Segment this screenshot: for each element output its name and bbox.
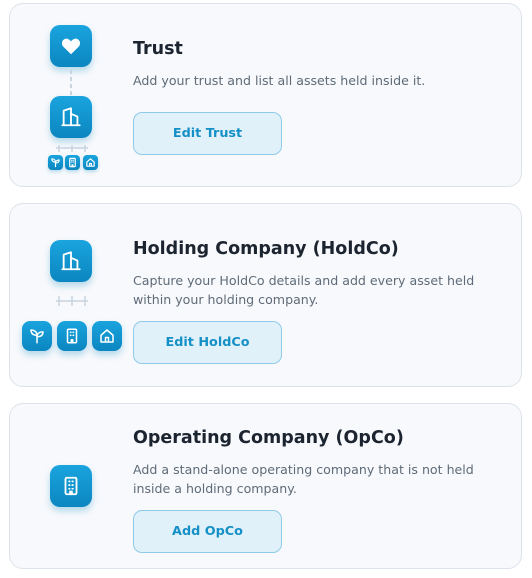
edit-trust-button[interactable]: Edit Trust [133, 112, 282, 155]
branch-connector [56, 145, 88, 152]
sprout-icon [22, 321, 52, 351]
branch-connector [56, 296, 88, 306]
office-icon [65, 155, 80, 170]
trust-card: Trust Add your trust and list all assets… [9, 3, 522, 187]
card-title: Trust [133, 39, 183, 59]
card-title: Holding Company (HoldCo) [133, 239, 399, 259]
holdco-card: Holding Company (HoldCo) Capture your Ho… [9, 203, 522, 387]
home-icon [83, 155, 98, 170]
card-description: Add your trust and list all assets held … [133, 73, 426, 88]
building-icon [50, 96, 92, 138]
card-description: Capture your HoldCo details and add ever… [133, 273, 475, 307]
sprout-icon [48, 155, 63, 170]
edit-holdco-button[interactable]: Edit HoldCo [133, 321, 282, 364]
office-icon [50, 465, 92, 507]
building-icon [50, 240, 92, 282]
connector-line [70, 70, 72, 96]
opco-card: Operating Company (OpCo) Add a stand-alo… [9, 403, 522, 569]
add-opco-button[interactable]: Add OpCo [133, 510, 282, 553]
office-icon [57, 321, 87, 351]
card-title: Operating Company (OpCo) [133, 428, 404, 448]
heart-icon [50, 25, 92, 67]
card-description: Add a stand-alone operating company that… [133, 462, 474, 496]
home-icon [92, 321, 122, 351]
